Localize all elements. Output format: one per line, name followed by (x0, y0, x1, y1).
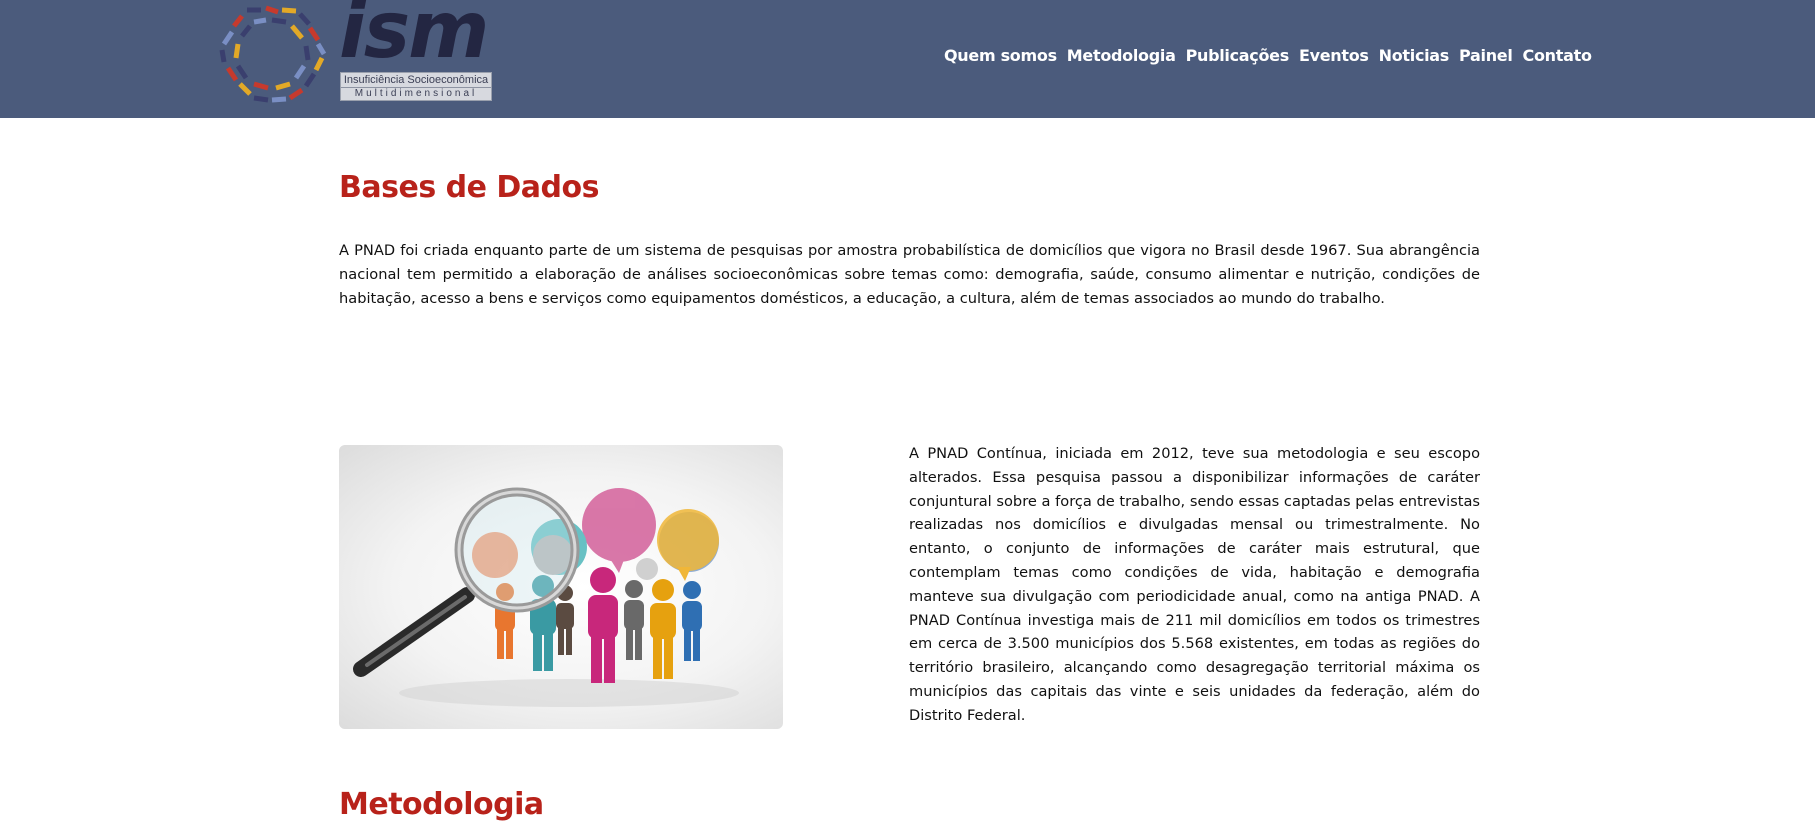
nav-publicacoes[interactable]: Publicações (1186, 46, 1290, 66)
research-illustration (339, 445, 783, 729)
nav-contato[interactable]: Contato (1523, 46, 1592, 66)
pnad-continua-paragraph: A PNAD Contínua, iniciada em 2012, teve … (909, 445, 1480, 724)
logo-wordmark: ism (339, 0, 489, 76)
logo-tagline: Insuficiência Socioeconômica Multidimens… (340, 72, 492, 101)
logo-tagline-line2: Multidimensional (354, 88, 478, 99)
logo-tagline-line1: Insuficiência Socioeconômica (341, 73, 491, 88)
nav-noticias[interactable]: Noticias (1379, 46, 1450, 66)
ism-logo[interactable]: ism Insuficiência Socioeconômica Multidi… (214, 0, 494, 106)
metodologia-title: Metodologia (339, 787, 544, 822)
magnifier-icon (353, 487, 580, 677)
nav-quem-somos[interactable]: Quem somos (944, 46, 1057, 66)
nav-metodologia[interactable]: Metodologia (1067, 46, 1176, 66)
section-title: Bases de Dados (339, 170, 599, 205)
nav-painel[interactable]: Painel (1459, 46, 1513, 66)
people-magnifier-illustration (353, 487, 739, 707)
nav-eventos[interactable]: Eventos (1299, 46, 1369, 66)
site-header: ism Insuficiência Socioeconômica Multidi… (0, 0, 1815, 118)
main-nav: Quem somos Metodologia Publicações Event… (944, 46, 1592, 66)
hexagon-ring-icon (219, 5, 327, 103)
intro-paragraph: A PNAD foi criada enquanto parte de um s… (339, 242, 1480, 307)
